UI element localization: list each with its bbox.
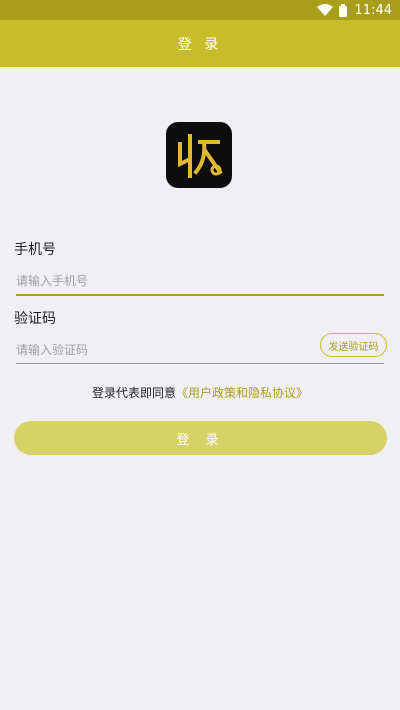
login-button[interactable]: 登 录: [14, 421, 387, 455]
battery-icon: [338, 3, 347, 17]
app-bar: 登 录: [0, 20, 400, 67]
send-code-button[interactable]: 发送验证码: [320, 333, 387, 357]
phone-label: 手机号: [14, 242, 56, 258]
agreement-prefix: 登录代表即同意: [91, 386, 176, 400]
agreement-text: 登录代表即同意《用户政策和隐私协议》: [0, 384, 400, 401]
phone-input[interactable]: [16, 268, 384, 294]
page-title: 登 录: [177, 36, 223, 53]
status-time: 11:44: [354, 2, 392, 18]
status-bar: 11:44: [0, 0, 400, 20]
app-logo-icon: [166, 122, 232, 188]
phone-field-wrapper: [16, 268, 384, 296]
privacy-policy-link[interactable]: 《用户政策和隐私协议》: [176, 386, 308, 400]
code-label: 验证码: [14, 311, 56, 327]
wifi-icon: [316, 4, 333, 16]
